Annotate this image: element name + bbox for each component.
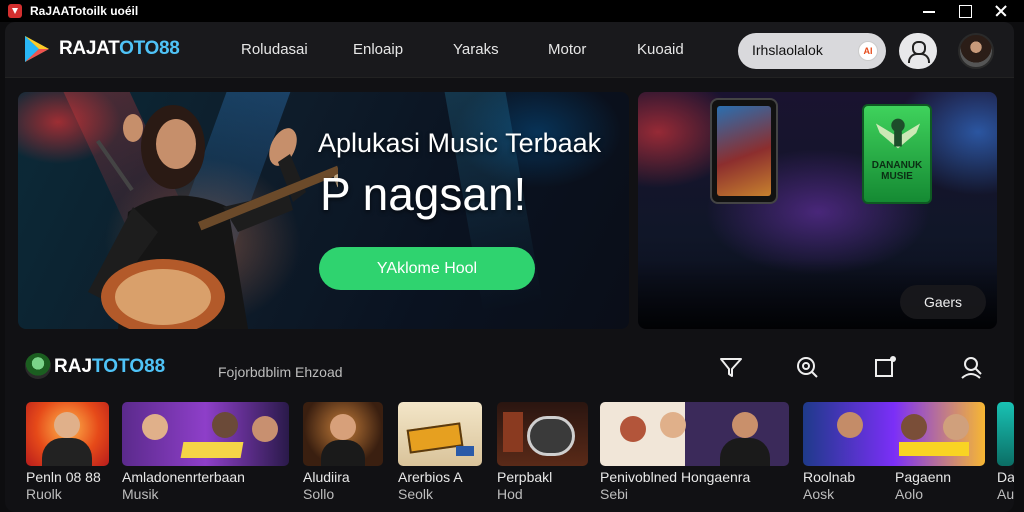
top-nav: RAJATOTO88 Roludasai Enloaip Yaraks Moto… bbox=[5, 22, 1014, 78]
hero-banner: Aplukasi Music Terbaak P nagsan! YAklome… bbox=[18, 92, 629, 329]
section-brand-part2: TOTO88 bbox=[92, 356, 166, 377]
card-subtitle: Musik bbox=[122, 486, 159, 502]
card-subtitle: Aolo bbox=[895, 486, 924, 502]
section-subtitle: Fojorbdblim Ehzoad bbox=[218, 364, 343, 380]
card-thumbnail[interactable] bbox=[26, 402, 109, 466]
edit-icon[interactable] bbox=[872, 354, 898, 380]
section-logo-icon bbox=[25, 353, 51, 379]
hero-subtitle: P nagsan! bbox=[320, 168, 527, 220]
app-window: RAJATOTO88 Roludasai Enloaip Yaraks Moto… bbox=[5, 22, 1014, 512]
hero-title: Aplukasi Music Terbaak bbox=[318, 128, 602, 158]
section-brand: RAJTOTO88 bbox=[54, 356, 165, 378]
nav-link-2[interactable]: Enloaip bbox=[353, 41, 403, 58]
app-card-text: DANANUK MUSIE bbox=[871, 160, 923, 182]
card-title[interactable]: Aludiira bbox=[303, 469, 350, 485]
brand[interactable]: RAJATOTO88 bbox=[21, 33, 180, 65]
card-title[interactable]: Penivoblned Hongaenra bbox=[600, 469, 750, 485]
filter-icon[interactable] bbox=[718, 354, 744, 380]
nav-link-3[interactable]: Yaraks bbox=[453, 41, 499, 58]
card-title[interactable]: Perpbakl bbox=[497, 469, 552, 485]
avatar[interactable] bbox=[958, 33, 994, 69]
card-thumbnail[interactable] bbox=[122, 402, 289, 466]
card-thumbnail[interactable] bbox=[398, 402, 482, 466]
card-subtitle: Au bbox=[997, 486, 1014, 502]
app-icon bbox=[8, 4, 22, 18]
search-icon[interactable] bbox=[794, 354, 820, 380]
figure-icon bbox=[875, 118, 921, 149]
card-subtitle: Seolk bbox=[398, 486, 434, 502]
phone-mockup bbox=[710, 98, 778, 204]
card-title[interactable]: Amladonenrterbaan bbox=[122, 469, 245, 485]
card-subtitle: Hod bbox=[497, 486, 523, 502]
promo-banner[interactable]: DANANUK MUSIE Gaers bbox=[638, 92, 997, 329]
card-title[interactable]: Da bbox=[997, 469, 1014, 485]
card-subtitle: Ruolk bbox=[26, 486, 62, 502]
ai-badge-icon[interactable]: AI bbox=[858, 41, 878, 61]
card-title[interactable]: Penln 08 88 bbox=[26, 469, 101, 485]
nav-link-4[interactable]: Motor bbox=[548, 41, 586, 58]
window-title: RaJAATotoilk uoéil bbox=[30, 4, 139, 18]
card-title[interactable]: Pagaenn bbox=[895, 469, 951, 485]
genres-button[interactable]: Gaers bbox=[900, 285, 986, 319]
card-title[interactable]: Roolnab bbox=[803, 469, 855, 485]
window-titlebar: RaJAATotoilk uoéil bbox=[0, 0, 1024, 22]
user-icon[interactable] bbox=[899, 33, 937, 69]
card-title[interactable]: Arerbios A bbox=[398, 469, 463, 485]
app-card-mockup: DANANUK MUSIE bbox=[862, 104, 932, 204]
minimize-icon[interactable] bbox=[912, 0, 946, 22]
brand-name: RAJATOTO88 bbox=[59, 38, 180, 60]
nav-link-5[interactable]: Kuoaid bbox=[637, 41, 684, 58]
nav-link-1[interactable]: Roludasai bbox=[241, 41, 308, 58]
close-icon[interactable] bbox=[984, 0, 1018, 22]
card-thumbnail[interactable] bbox=[600, 402, 789, 466]
search-value: Irhslaolalok bbox=[752, 42, 823, 58]
card-thumbnail[interactable] bbox=[497, 402, 588, 466]
section-brand-part1: RAJ bbox=[54, 356, 93, 377]
card-subtitle: Sebi bbox=[600, 486, 629, 502]
card-thumbnail[interactable] bbox=[803, 402, 985, 466]
hero-cta-button[interactable]: YAklome Hool bbox=[319, 247, 535, 290]
card-subtitle: Sollo bbox=[303, 486, 335, 502]
brand-name-part2: OTO88 bbox=[119, 38, 180, 59]
brand-logo-icon bbox=[21, 33, 53, 65]
maximize-icon[interactable] bbox=[948, 0, 982, 22]
profile-search-icon[interactable] bbox=[959, 354, 985, 380]
card-thumbnail[interactable] bbox=[303, 402, 383, 466]
card-subtitle: Aosk bbox=[803, 486, 835, 502]
guitarist-image bbox=[88, 105, 338, 329]
card-thumbnail[interactable] bbox=[997, 402, 1014, 466]
search-input[interactable]: Irhslaolalok AI bbox=[738, 33, 886, 69]
brand-name-part1: RAJAT bbox=[59, 38, 120, 59]
